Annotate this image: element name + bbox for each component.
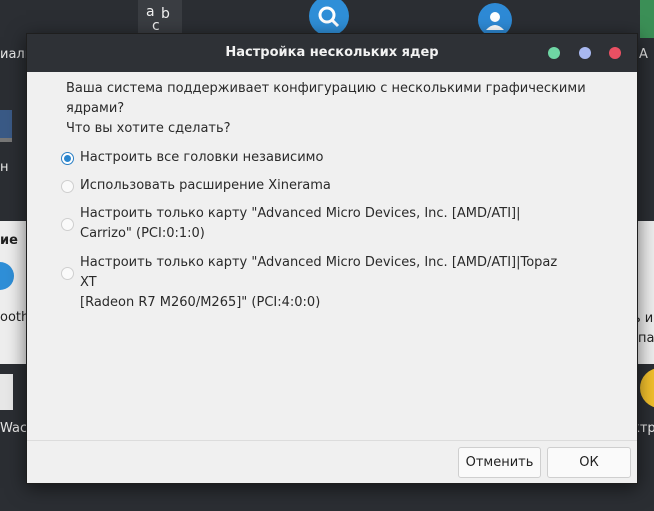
bg-label-wacom: Wac bbox=[0, 421, 28, 436]
bluetooth-icon[interactable] bbox=[0, 256, 14, 296]
option-label-line-1[interactable]: Настроить только карту "Advanced Micro D… bbox=[80, 206, 521, 221]
button-separator bbox=[27, 440, 637, 441]
dialog-title: Настройка нескольких ядер bbox=[225, 45, 439, 60]
intro-line-2: ядрами? bbox=[66, 101, 125, 116]
option-label[interactable]: Настроить только карту "Advanced Micro D… bbox=[80, 253, 560, 313]
close-button[interactable] bbox=[609, 47, 621, 59]
search-icon[interactable] bbox=[306, 0, 352, 36]
abc-icon[interactable]: a b c bbox=[138, 0, 182, 34]
svg-text:b: b bbox=[161, 6, 170, 22]
dialog-intro: Ваша система поддерживает конфигурацию с… bbox=[66, 79, 586, 139]
minimize-button[interactable] bbox=[548, 47, 560, 59]
option-label-line-2[interactable]: Carrizo" (PCI:0:1:0) bbox=[80, 226, 205, 241]
wacom-icon[interactable] bbox=[0, 374, 14, 412]
monitor-icon[interactable] bbox=[0, 110, 14, 146]
bg-label-bluetooth: ooth bbox=[0, 310, 30, 325]
user-cloud-icon[interactable] bbox=[472, 0, 518, 36]
intro-line-3: Что вы хотите сделать? bbox=[66, 121, 231, 136]
bg-label-section: ие bbox=[0, 233, 18, 248]
multihead-config-dialog: Настройка нескольких ядер Ваша система п… bbox=[26, 33, 638, 484]
intro-line-1: Ваша система поддерживает конфигурацию с… bbox=[66, 81, 586, 96]
option-label[interactable]: Настроить только карту "Advanced Micro D… bbox=[80, 204, 560, 244]
option-label-line-1[interactable]: Настроить только карту "Advanced Micro D… bbox=[80, 255, 557, 290]
color-icon[interactable] bbox=[638, 366, 654, 410]
bg-label-n: н bbox=[0, 160, 9, 175]
ok-button[interactable]: ОК bbox=[547, 447, 631, 478]
svg-text:c: c bbox=[152, 18, 160, 34]
maximize-button[interactable] bbox=[579, 47, 591, 59]
radio-topaz-only[interactable] bbox=[61, 267, 74, 280]
radio-carrizo-only[interactable] bbox=[61, 218, 74, 231]
cancel-button[interactable]: Отменить bbox=[458, 447, 541, 478]
dialog-titlebar: Настройка нескольких ядер bbox=[27, 34, 637, 72]
option-label[interactable]: Настроить все головки независимо bbox=[80, 148, 560, 168]
radio-independent-heads[interactable] bbox=[61, 152, 74, 165]
bg-label-right-2: па bbox=[638, 331, 654, 346]
option-label[interactable]: Использовать расширение Xinerama bbox=[80, 176, 560, 196]
app-icon-right[interactable] bbox=[640, 0, 654, 38]
bg-label-right-top: А bbox=[639, 47, 648, 62]
radio-xinerama[interactable] bbox=[61, 180, 74, 193]
option-label-line-2[interactable]: [Radeon R7 M260/M265]" (PCI:4:0:0) bbox=[80, 295, 320, 310]
